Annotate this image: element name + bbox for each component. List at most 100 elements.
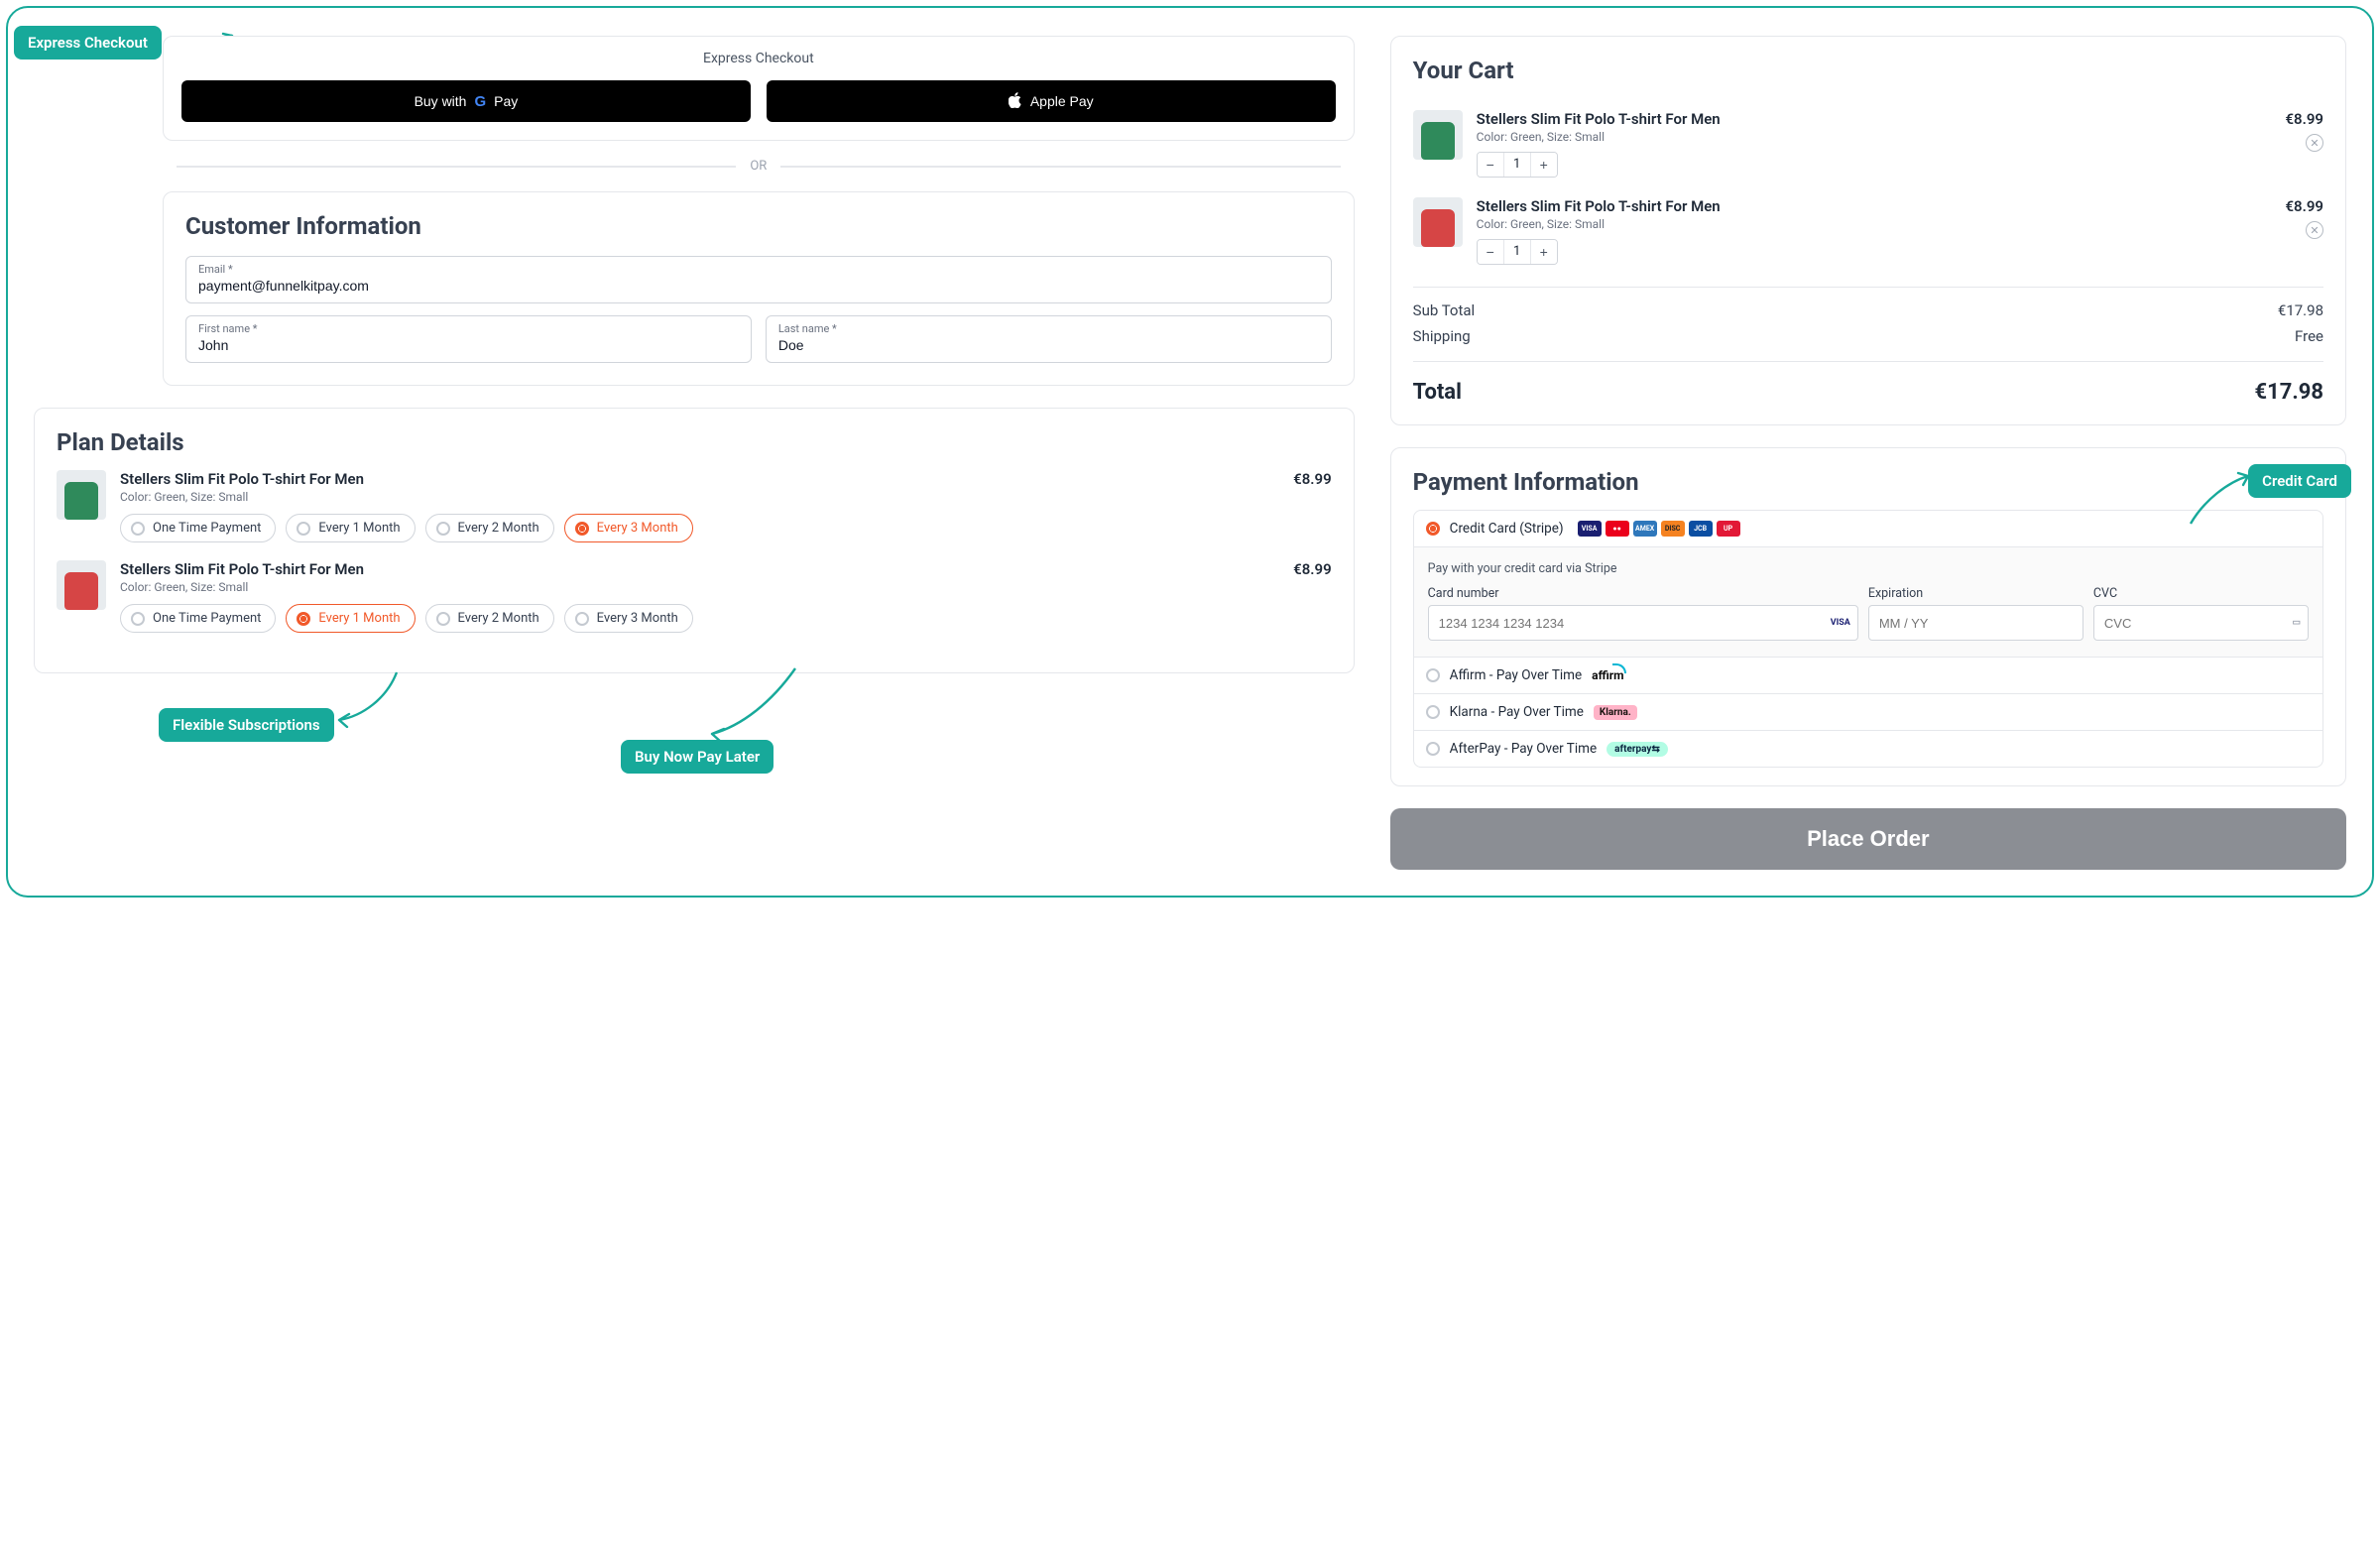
- cart-item-price: €8.99: [2285, 110, 2323, 128]
- email-field-wrap[interactable]: Email *: [185, 256, 1332, 303]
- qty-value: 1: [1503, 153, 1531, 177]
- first-name-field-wrap[interactable]: First name *: [185, 315, 752, 363]
- card-back-icon: ▭: [2292, 618, 2301, 628]
- express-checkout-card: Express Checkout Buy with G Pay Apple Pa…: [163, 36, 1355, 141]
- gpay-button[interactable]: Buy with G Pay: [181, 80, 751, 122]
- cart-item-meta: Color: Green, Size: Small: [1477, 217, 2272, 231]
- stripe-note: Pay with your credit card via Stripe: [1428, 561, 2309, 576]
- plan-item: Stellers Slim Fit Polo T-shirt For Men C…: [57, 470, 1332, 542]
- expiration-input[interactable]: [1868, 605, 2083, 641]
- plan-option-pill[interactable]: Every 3 Month: [564, 604, 693, 633]
- payment-option-klarna[interactable]: Klarna - Pay Over Time Klarna.: [1414, 693, 2322, 730]
- product-thumb: [57, 470, 106, 520]
- remove-item-button[interactable]: ✕: [2306, 221, 2323, 239]
- place-order-button[interactable]: Place Order: [1390, 808, 2346, 870]
- card-number-label: Card number: [1428, 586, 1858, 601]
- plan-item-meta: Color: Green, Size: Small: [120, 490, 364, 504]
- plan-item-price: €8.99: [1293, 560, 1332, 594]
- last-name-input[interactable]: [778, 337, 1319, 353]
- callout-bnpl: Buy Now Pay Later: [621, 740, 774, 774]
- plan-option-pill[interactable]: Every 2 Month: [425, 604, 554, 633]
- stripe-detail: Pay with your credit card via Stripe Car…: [1414, 546, 2322, 657]
- qty-increment[interactable]: +: [1531, 153, 1557, 177]
- klarna-icon: Klarna.: [1594, 705, 1637, 720]
- express-checkout-legend: Express Checkout: [181, 51, 1336, 66]
- apple-pay-button[interactable]: Apple Pay: [767, 80, 1336, 122]
- plan-option-pill[interactable]: Every 3 Month: [564, 514, 693, 542]
- first-name-label: First name *: [198, 322, 739, 335]
- payment-option-afterpay[interactable]: AfterPay - Pay Over Time afterpay⇆: [1414, 730, 2322, 767]
- apple-pay-label: Apple Pay: [1030, 93, 1094, 109]
- callout-flexible-subscriptions: Flexible Subscriptions: [159, 708, 334, 742]
- arrow-icon: [333, 668, 403, 728]
- plan-option-label: One Time Payment: [153, 611, 261, 626]
- customer-info-title: Customer Information: [185, 212, 1332, 240]
- qty-value: 1: [1503, 240, 1531, 264]
- payment-option-label: Klarna - Pay Over Time: [1450, 704, 1584, 720]
- last-name-label: Last name *: [778, 322, 1319, 335]
- plan-item-price: €8.99: [1293, 470, 1332, 504]
- plan-option-pill[interactable]: Every 1 Month: [286, 604, 415, 633]
- radio-icon: [436, 522, 450, 536]
- qty-decrement[interactable]: −: [1478, 240, 1503, 264]
- remove-item-button[interactable]: ✕: [2306, 134, 2323, 152]
- shipping-row: ShippingFree: [1413, 323, 2323, 349]
- cart-item-meta: Color: Green, Size: Small: [1477, 130, 2272, 144]
- plan-option-pill[interactable]: One Time Payment: [120, 604, 276, 633]
- or-divider: OR: [163, 159, 1355, 174]
- plan-option-label: Every 3 Month: [597, 611, 678, 626]
- subtotal-row: Sub Total€17.98: [1413, 298, 2323, 323]
- plan-details-card: Plan Details Stellers Slim Fit Polo T-sh…: [34, 408, 1355, 673]
- cvc-label: CVC: [2093, 586, 2309, 601]
- customer-info-card: Customer Information Email * First name …: [163, 191, 1355, 386]
- plan-item-meta: Color: Green, Size: Small: [120, 580, 364, 594]
- radio-icon: [575, 612, 589, 626]
- plan-option-label: Every 2 Month: [458, 521, 539, 536]
- plan-option-pill[interactable]: Every 1 Month: [286, 514, 415, 542]
- plan-option-pill[interactable]: One Time Payment: [120, 514, 276, 542]
- email-input[interactable]: [198, 278, 1319, 294]
- radio-icon: [575, 522, 589, 536]
- plan-option-pill[interactable]: Every 2 Month: [425, 514, 554, 542]
- quantity-stepper[interactable]: − 1 +: [1477, 152, 1558, 178]
- card-number-input[interactable]: [1428, 605, 1858, 641]
- payment-option-affirm[interactable]: Affirm - Pay Over Time affirm: [1414, 657, 2322, 693]
- payment-option-stripe[interactable]: Credit Card (Stripe) VISA●●AMEXDISCJCBUP: [1414, 511, 2322, 546]
- quantity-stepper[interactable]: − 1 +: [1477, 239, 1558, 265]
- payment-card: Payment Information Credit Card Credit C…: [1390, 447, 2346, 786]
- qty-increment[interactable]: +: [1531, 240, 1557, 264]
- gpay-prefix: Buy with: [415, 93, 467, 109]
- cart-item-name: Stellers Slim Fit Polo T-shirt For Men: [1477, 197, 2272, 215]
- expiration-label: Expiration: [1868, 586, 2083, 601]
- last-name-field-wrap[interactable]: Last name *: [766, 315, 1332, 363]
- total-row: Total€17.98: [1413, 372, 2323, 405]
- radio-icon: [131, 612, 145, 626]
- first-name-input[interactable]: [198, 337, 739, 353]
- plan-item-name: Stellers Slim Fit Polo T-shirt For Men: [120, 560, 364, 578]
- email-label: Email *: [198, 263, 1319, 276]
- cart-item-price: €8.99: [2285, 197, 2323, 215]
- radio-icon: [1426, 705, 1440, 719]
- radio-icon: [436, 612, 450, 626]
- product-thumb: [1413, 110, 1463, 160]
- plan-option-label: One Time Payment: [153, 521, 261, 536]
- plan-option-label: Every 2 Month: [458, 611, 539, 626]
- gpay-icon: G: [474, 93, 486, 110]
- payment-option-label: Credit Card (Stripe): [1450, 521, 1564, 537]
- radio-icon: [131, 522, 145, 536]
- gpay-brand-text: Pay: [494, 93, 518, 109]
- radio-icon: [1426, 742, 1440, 756]
- plan-option-label: Every 1 Month: [318, 611, 400, 626]
- card-brand-badges: VISA●●AMEXDISCJCBUP: [1578, 521, 1740, 537]
- visa-icon: VISA: [1831, 618, 1850, 628]
- affirm-icon: affirm: [1592, 668, 1623, 682]
- plan-option-label: Every 3 Month: [597, 521, 678, 536]
- payment-title: Payment Information: [1413, 468, 2323, 496]
- plan-item: Stellers Slim Fit Polo T-shirt For Men C…: [57, 560, 1332, 633]
- qty-decrement[interactable]: −: [1478, 153, 1503, 177]
- afterpay-icon: afterpay⇆: [1606, 742, 1668, 757]
- cvc-input[interactable]: [2093, 605, 2309, 641]
- product-thumb: [1413, 197, 1463, 247]
- payment-option-label: AfterPay - Pay Over Time: [1450, 741, 1597, 757]
- cart-title: Your Cart: [1413, 57, 2323, 84]
